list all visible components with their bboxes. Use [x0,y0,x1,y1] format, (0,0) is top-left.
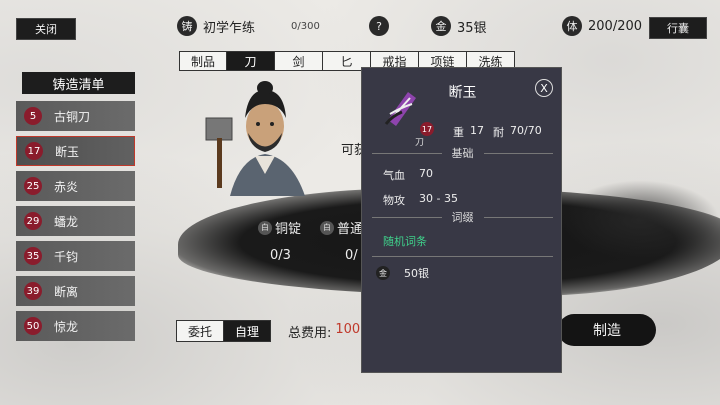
recipe-item[interactable]: 29 蟠龙 [16,206,135,236]
base-section-header: 基础 [372,145,553,161]
hp-stat: 气血 70 [383,167,433,183]
recipe-name: 蟠龙 [54,214,79,229]
ink-splash-right [560,180,720,260]
bag-button[interactable]: 行囊 [649,17,707,39]
tab-sword[interactable]: 剑 [275,51,323,71]
question-mark-icon[interactable]: ? [369,16,389,36]
gold-coin-icon: 金 [376,266,390,280]
recipe-item[interactable]: 39 断离 [16,276,135,306]
level-badge: 5 [24,107,42,125]
popup-close-button[interactable]: X [535,79,553,97]
material-common[interactable]: 白 普通 [320,218,363,237]
gold-value: 35银 [457,20,487,36]
level-badge: 50 [24,317,42,335]
hp-label: 气血 [383,169,405,182]
durability-value: 70/70 [510,124,542,137]
level-badge: 25 [24,177,42,195]
tab-blade[interactable]: 刀 [227,51,275,71]
hp-value: 70 [419,167,433,180]
blacksmith-portrait [200,78,330,196]
durability-stat: 耐 70/70 [493,124,542,140]
recipe-list-title: 铸造清单 [22,72,135,94]
gold-display: 金 35银 [431,16,487,36]
recipe-item[interactable]: 35 千钧 [16,241,135,271]
level-badge: 29 [24,212,42,230]
self-craft-button[interactable]: 自理 [223,320,271,342]
recipe-item[interactable]: 5 古铜刀 [16,101,135,131]
material-copper-ingot[interactable]: 白 铜锭 [258,218,301,237]
close-button[interactable]: 关闭 [16,18,76,40]
total-cost-value: 100 [335,322,361,337]
material-name: 铜锭 [275,222,302,237]
level-badge: 17 [25,142,43,160]
weight-stat: 重 17 [453,124,484,140]
material-count: 0/ [345,248,358,263]
durability-label: 耐 [493,126,504,139]
sell-price: 金 50银 [376,265,429,281]
skill-progress: 0/300 [291,20,320,32]
forging-skill: 铸 初学乍练 0/300 [177,16,320,36]
item-detail-popup: 断玉 X 17 刀 重 17 耐 70/70 基础 气血 70 物攻 30 - … [361,67,562,373]
recipe-name: 古铜刀 [54,109,91,124]
stamina-icon: 体 [562,16,582,36]
attack-value: 30 - 35 [419,192,458,205]
level-badge: 39 [24,282,42,300]
material-quality-icon: 白 [320,220,334,235]
recipe-item[interactable]: 50 惊龙 [16,311,135,341]
recipe-name: 千钧 [54,249,79,264]
sell-price-value: 50银 [404,267,429,280]
popup-divider [372,256,553,257]
recipe-name: 惊龙 [54,319,79,334]
weight-value: 17 [470,124,484,137]
affix-section-header: 词缀 [372,209,553,225]
recipe-name: 断离 [54,284,79,299]
random-affix: 随机词条 [383,235,427,248]
item-level-badge: 17 [420,122,434,136]
item-icon [382,90,418,130]
material-name: 普通 [337,222,364,237]
forge-skill-icon: 铸 [177,16,197,36]
level-badge: 35 [24,247,42,265]
total-cost-label: 总费用: [288,326,332,341]
attack-stat: 物攻 30 - 35 [383,192,458,208]
recipe-name: 赤炎 [54,179,79,194]
craft-button[interactable]: 制造 [558,314,656,346]
weight-label: 重 [453,126,464,139]
recipe-item[interactable]: 25 赤炎 [16,171,135,201]
attack-label: 物攻 [383,194,405,207]
material-count: 0/3 [270,248,291,263]
total-cost: 总费用: 100 [288,322,360,341]
help-button[interactable]: ? [369,16,395,36]
recipe-name: 断玉 [55,144,80,159]
stamina-value: 200/200 [588,18,643,34]
gold-coin-icon: 金 [431,16,451,36]
material-quality-icon: 白 [258,220,272,235]
recipe-item-selected[interactable]: 17 断玉 [16,136,135,166]
skill-name: 初学乍练 [203,20,256,36]
tab-products[interactable]: 制品 [179,51,227,71]
entrust-button[interactable]: 委托 [176,320,224,342]
stamina-display: 体 200/200 [562,16,642,36]
